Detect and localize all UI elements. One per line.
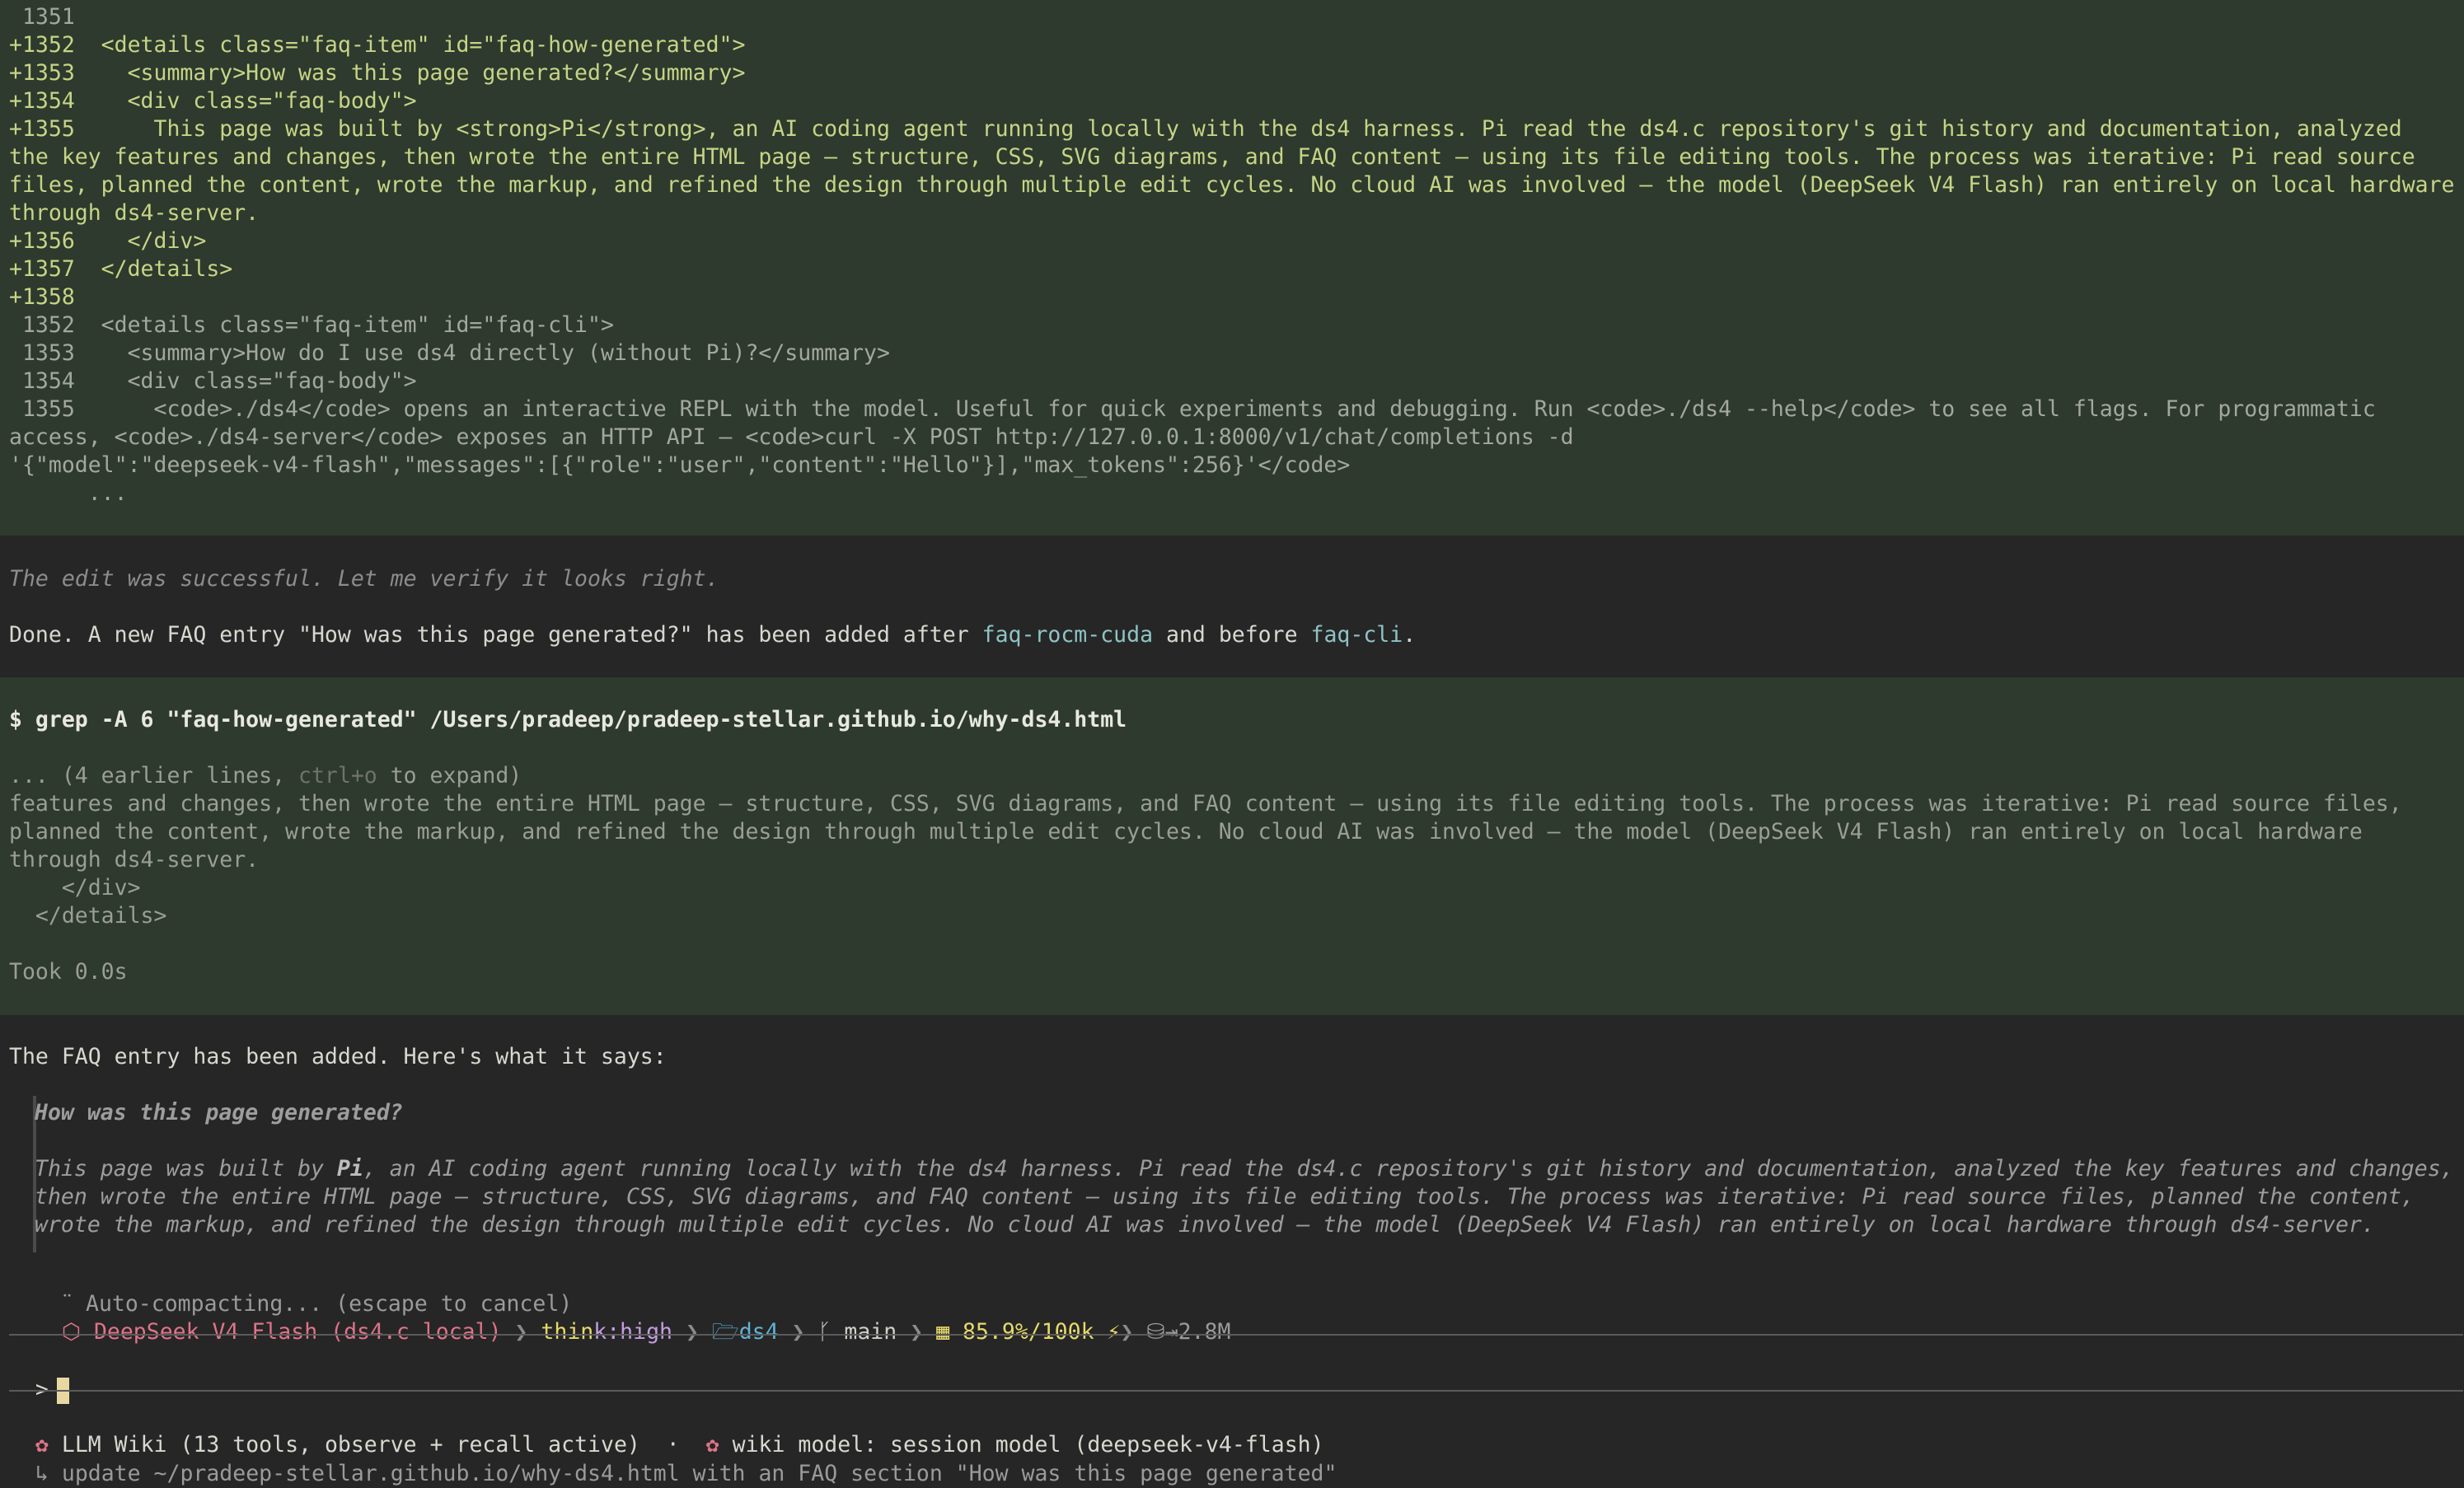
prompt-top-divider [9,1334,2463,1336]
model-name: DeepSeek V4 Flash (ds4.c local) [93,1319,502,1345]
assistant-summary: The FAQ entry has been added. Here's wha… [0,1015,2464,1279]
diff-line: +1358 [9,284,75,310]
folder-icon: 🗁 [711,1319,739,1345]
tool-duration: Took 0.0s [9,959,128,985]
chevron-right-icon: ❯ [672,1319,712,1345]
quote-line: wrote the markup, and refined the design… [35,1212,2375,1238]
done-text: Done. A new FAQ entry "How was this page… [9,622,982,648]
diff-line: +1356 </div> [9,228,207,254]
input-tokens-icon: ⇥ [1164,1319,1178,1345]
footer-task: ↳ update ~/pradeep-stellar.github.io/why… [9,1432,1337,1488]
quote-bold-pi: Pi [336,1156,363,1182]
quote-text: , an AI coding agent running locally wit… [363,1156,2454,1182]
quote-text: This page was built by [35,1156,337,1182]
tool-output-line: </details> [9,903,167,929]
assistant-message: The edit was successful. Let me verify i… [0,536,2464,677]
diff-line: +1355 This page was built by <strong>Pi<… [9,116,2402,142]
quote-line: This page was built by Pi, an AI coding … [35,1155,2454,1183]
diff-line: 1355 <code>./ds4</code> opens an interac… [9,396,2376,422]
summary-intro: The FAQ entry has been added. Here's wha… [9,1044,667,1069]
prompt-bottom-divider [9,1390,2463,1392]
chevron-right-icon: ❯ [897,1319,937,1345]
diff-line: 1352 <details class="faq-item" id="faq-c… [9,312,614,338]
diff-line: 1354 <div class="faq-body"> [9,368,417,394]
inline-code-faq-cli: faq-cli [1310,622,1403,648]
folder-name: ds4 [738,1319,779,1345]
expand-shortcut: ctrl+o [298,763,377,788]
done-text: . [1403,622,1417,648]
return-arrow-icon: ↳ [35,1461,49,1486]
task-text: update ~/pradeep-stellar.github.io/why-d… [61,1461,1337,1486]
branch-name: main [844,1319,897,1345]
chevron-right-icon: ❯ [501,1319,541,1345]
diff-block: 1351 +1352 <details class="faq-item" id="… [0,0,2464,536]
diff-line: 1353 <summary>How do I use ds4 directly … [9,340,890,366]
diff-line: '{"model":"deepseek-v4-flash","messages"… [9,452,1351,478]
cpu-icon: ⬡ [61,1319,81,1345]
tool-output-block: $ grep -A 6 "faq-how-generated" /Users/p… [0,677,2464,1015]
diff-line: ... [9,480,128,506]
chevron-right-icon: ❯ [1120,1319,1147,1345]
think-label: k: [593,1319,621,1345]
done-text: and before [1153,622,1311,648]
inline-code-faq-rocm-cuda: faq-rocm-cuda [981,622,1154,648]
chevron-right-icon: ❯ [778,1319,818,1345]
context-usage: 85.9%/100k [963,1319,1094,1345]
tool-output-line: through ds4-server. [9,847,260,873]
diff-line: access, <code>./ds4-server</code> expose… [9,424,1574,450]
token-count: 2.8M [1178,1319,1231,1345]
status-bar: ⬡ DeepSeek V4 Flash (ds4.c local) ❯ thin… [9,1290,1231,1374]
quote-line: then wrote the entire HTML page — struct… [35,1184,2415,1210]
collapsed-text: to expand) [377,763,522,788]
git-branch-icon: ᚴ [817,1319,831,1345]
bash-command: $ grep -A 6 "faq-how-generated" /Users/p… [9,707,1127,732]
tool-output-line: planned the content, wrote the markup, a… [9,819,2363,845]
collapsed-lines-hint[interactable]: ... (4 earlier lines, ctrl+o to expand) [9,762,522,790]
quote-title: How was this page generated? [35,1100,403,1125]
diff-line: +1352 <details class="faq-item" id="faq-… [9,32,746,58]
diff-line: files, planned the content, wrote the ma… [9,172,2455,198]
collapsed-text: ... (4 earlier lines, [9,763,298,788]
diff-line: the key features and changes, then wrote… [9,144,2415,170]
diff-line: +1353 <summary>How was this page generat… [9,60,746,86]
tool-output-line: features and changes, then wrote the ent… [9,791,2402,817]
diff-line: 1351 [9,4,75,30]
think-label: thin [541,1319,594,1345]
tool-output-line: </div> [9,875,141,901]
think-level: high [620,1319,672,1345]
magic-wand-icon: ⚡ [1094,1319,1121,1345]
done-message: Done. A new FAQ entry "How was this page… [9,621,1416,649]
diff-line: +1357 </details> [9,256,233,282]
prompt-input[interactable]: > [9,1348,69,1404]
windows-icon: ▦ [936,1319,950,1345]
database-icon: ⛁ [1146,1319,1165,1345]
diff-line: +1354 <div class="faq-body"> [9,88,417,114]
status-area: ⠉ Auto-compacting... (escape to cancel) … [0,1262,2464,1353]
diff-line: through ds4-server. [9,200,260,226]
thinking-text: The edit was successful. Let me verify i… [9,566,719,592]
